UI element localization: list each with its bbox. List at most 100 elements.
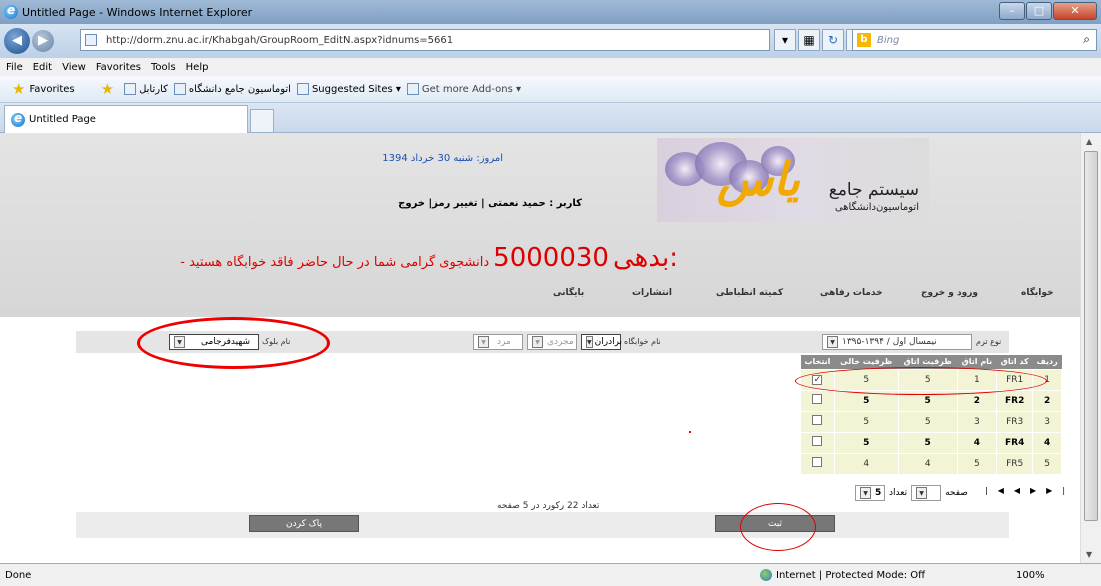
checkbox[interactable] [812,436,823,446]
menu-file[interactable]: File [6,62,23,73]
col-select: انتخاب [800,355,835,369]
gender-select[interactable]: ▼ مرد [473,334,523,350]
single-select[interactable]: ▼ مجردی [527,334,577,350]
pager-nav: |◀◀▶▶| [985,486,1075,495]
last-page-icon[interactable]: ▶| [1046,486,1075,495]
count-label: تعداد [889,488,908,498]
new-tab-button[interactable] [250,109,274,133]
menu-favorites[interactable]: Favorites [96,62,141,73]
status-bar: Done Internet | Protected Mode: Off 100% [0,563,1101,586]
maximize-button[interactable]: □ [1026,2,1052,20]
search-icon[interactable]: ⌕ [1083,32,1090,47]
nav-entry-exit[interactable]: ورود و خروج [921,288,978,298]
record-count: تعداد 22 رکورد در 5 صفحه [497,501,600,511]
nav-publications[interactable]: انتشارات [632,288,672,298]
nav-disciplinary[interactable]: کمیته انظباطی [716,288,783,298]
first-page-icon[interactable]: |◀ [985,486,1014,495]
cell-capacity: 4 [897,452,958,475]
scroll-thumb[interactable] [1084,151,1098,521]
search-box[interactable]: b Bing ⌕ [852,29,1097,51]
cell-select[interactable] [800,389,835,412]
cell-name: 3 [956,410,998,433]
scroll-down-icon[interactable]: ▼ [1086,550,1092,559]
next-page-icon[interactable]: ▶ [1030,486,1046,495]
window-title: Untitled Page - Windows Internet Explore… [22,5,253,19]
row-highlight-ellipse [795,367,1047,395]
forward-button[interactable]: ▶ [32,30,54,52]
cell-select[interactable] [800,431,835,454]
nav-dormitory[interactable]: خوابگاه [1021,288,1054,298]
term-select[interactable]: ▼ نیمسال اول / ۱۳۹۴-۱۳۹۵ [822,334,972,350]
favorites-button[interactable]: ★ Favorites [6,78,81,100]
tab-strip: Untitled Page [0,103,1101,133]
logo-title: سیستم جامع [828,180,919,200]
page-icon [406,83,419,95]
favorite-item-addons[interactable]: Get more Add-ons ▾ [406,83,522,95]
address-url: http://dorm.znu.ac.ir/Khabgah/GroupRoom_… [106,34,454,46]
today-date: امروز: شنبه 30 خرداد 1394 [382,153,503,164]
vertical-scrollbar[interactable]: ▲ ▼ [1080,133,1101,563]
bing-icon: b [857,33,871,47]
cell-select[interactable] [800,452,835,475]
checkbox[interactable] [812,415,823,425]
close-button[interactable]: ✕ [1053,2,1097,20]
zone-text: Internet | Protected Mode: Off [776,569,926,581]
checkbox[interactable] [812,457,823,467]
menu-edit[interactable]: Edit [33,62,52,73]
cell-name: 4 [956,431,998,454]
term-value: نیمسال اول / ۱۳۹۴-۱۳۹۵ [842,337,937,347]
menu-tools[interactable]: Tools [151,62,176,73]
chevron-down-icon: ▼ [478,336,489,348]
tab-untitled-page[interactable]: Untitled Page [4,105,248,133]
page-select[interactable]: ▼ [911,485,942,501]
scroll-up-icon[interactable]: ▲ [1086,137,1092,146]
pager: ▼ 5 تعداد ▼ صفحه [855,485,968,501]
security-zone[interactable]: Internet | Protected Mode: Off [760,569,925,581]
favorites-label: Favorites [29,83,75,95]
refresh-icon[interactable]: ↻ [822,29,844,51]
count-select[interactable]: ▼ 5 [855,485,885,501]
zoom-level[interactable]: 100% [1016,570,1045,581]
prev-page-icon[interactable]: ◀ [1014,486,1030,495]
page-content: یاس سیستم جامع اتوماسیون‌دانشگاهی امروز:… [0,133,1080,563]
logo-mark: یاس [717,152,800,206]
dropdown-arrow-icon[interactable]: ▾ [774,29,796,51]
cell-row: 5 [1032,452,1062,475]
block-highlight-ellipse [137,317,330,369]
debt-label: بدهی: [612,243,678,273]
cell-code: FR4 [996,431,1034,454]
page-icon [296,83,309,95]
cell-code: FR3 [996,410,1034,433]
debt-message: - دانشجوی گرامی شما در حال حاضر فاقد خوا… [180,255,490,270]
room-form: نوع ترم ▼ نیمسال اول / ۱۳۹۴-۱۳۹۵ نام خوا… [0,317,1080,563]
nav-welfare[interactable]: خدمات رفاهی [820,288,883,298]
menu-view[interactable]: View [62,62,86,73]
cell-select[interactable] [800,410,835,433]
menu-help[interactable]: Help [186,62,209,73]
dorm-select[interactable]: ▼ برادران [581,334,622,350]
address-bar[interactable]: http://dorm.znu.ac.ir/Khabgah/GroupRoom_… [80,29,770,51]
user-links[interactable]: کاربر : حمید نعمتی | تغییر رمز| خروج [398,198,582,209]
compatibility-view-icon[interactable]: ▦ [798,29,820,51]
status-text: Done [5,569,32,581]
cell-code: FR2 [996,389,1034,412]
gender-value: مرد [497,337,511,347]
action-bar: ثبت پاک کردن [76,512,1009,538]
nav-archive[interactable]: بایگانی [553,288,584,298]
favorites-bar: ★ Favorites ★ کارتابل اتوماسیون جامع دان… [0,76,1101,103]
favorite-item-label: Get more Add-ons ▾ [421,83,522,95]
term-label: نوع ترم [976,337,1002,346]
clear-button[interactable]: پاک کردن [249,515,359,532]
back-button[interactable]: ◀ [4,28,30,54]
globe-icon [760,569,772,581]
favorite-item-suggested-sites[interactable]: Suggested Sites ▾ [296,83,401,95]
search-placeholder: Bing [877,34,900,46]
checkbox[interactable] [812,394,823,404]
dorm-label: نام خوابگاه [624,337,661,346]
favorite-item-automation[interactable]: اتوماسیون جامع دانشگاه [173,83,291,95]
favorite-item-kartabl[interactable]: کارتابل [124,83,168,95]
minimize-button[interactable]: – [999,2,1025,20]
chevron-down-icon: ▼ [827,336,838,348]
main-menu: خوابگاه ورود و خروج خدمات رفاهی کمیته ان… [0,288,1080,308]
add-favorite-icon[interactable]: ★ [101,80,114,98]
